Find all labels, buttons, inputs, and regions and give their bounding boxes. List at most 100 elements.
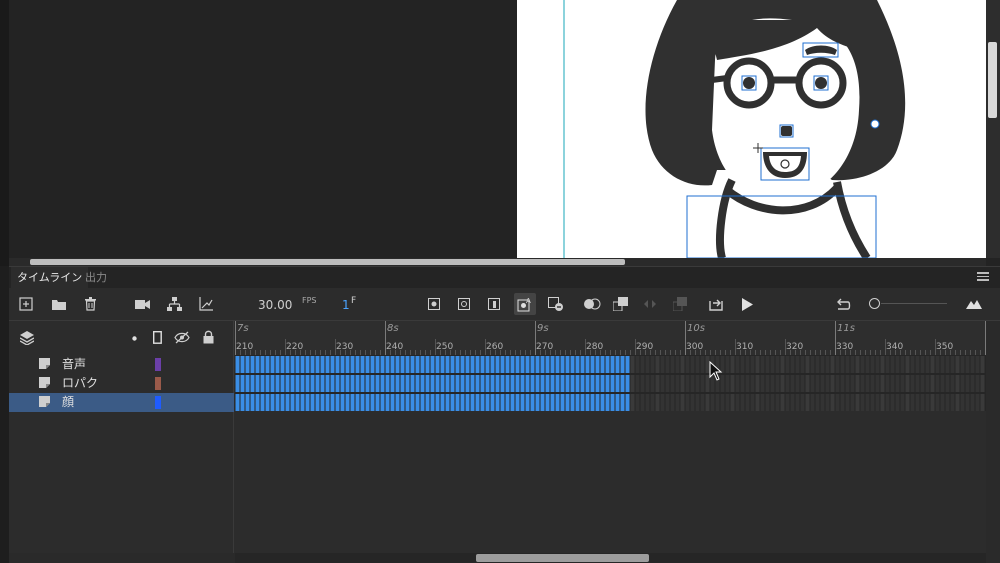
frame-cell[interactable] <box>680 394 685 411</box>
frame-cell[interactable] <box>685 356 690 373</box>
frame-cell[interactable] <box>250 375 255 392</box>
frame-cell[interactable] <box>845 394 850 411</box>
frame-cell[interactable] <box>505 356 510 373</box>
frame-cell[interactable] <box>930 356 935 373</box>
frame-cell[interactable] <box>555 375 560 392</box>
frame-cell[interactable] <box>945 394 950 411</box>
frame-cell[interactable] <box>565 356 570 373</box>
frame-cell[interactable] <box>890 375 895 392</box>
frame-cell[interactable] <box>725 356 730 373</box>
frame-cell[interactable] <box>260 394 265 411</box>
frame-cell[interactable] <box>695 356 700 373</box>
frame-cell[interactable] <box>920 356 925 373</box>
frame-cell[interactable] <box>630 356 635 373</box>
frame-cell[interactable] <box>660 394 665 411</box>
frame-cell[interactable] <box>330 356 335 373</box>
frame-cell[interactable] <box>565 394 570 411</box>
frame-cell[interactable] <box>265 375 270 392</box>
frame-cell[interactable] <box>390 394 395 411</box>
outline-icon[interactable] <box>153 331 162 344</box>
frame-cell[interactable] <box>630 375 635 392</box>
frame-cell[interactable] <box>890 356 895 373</box>
frame-cell[interactable] <box>615 394 620 411</box>
frame-cell[interactable] <box>925 394 930 411</box>
frame-cell[interactable] <box>615 356 620 373</box>
frame-cell[interactable] <box>935 375 940 392</box>
frame-cell[interactable] <box>480 356 485 373</box>
frame-cell[interactable] <box>545 375 550 392</box>
frame-cell[interactable] <box>330 375 335 392</box>
graph-button[interactable] <box>195 293 217 315</box>
frame-cell[interactable] <box>300 375 305 392</box>
frame-cell[interactable] <box>865 375 870 392</box>
eye-right[interactable] <box>815 77 827 89</box>
frame-cell[interactable] <box>775 394 780 411</box>
layer-color-swatch[interactable] <box>155 377 161 390</box>
frame-cell[interactable] <box>840 356 845 373</box>
frame-cell[interactable] <box>375 375 380 392</box>
frame-cell[interactable] <box>525 394 530 411</box>
tab-timeline[interactable]: タイムライン <box>11 267 89 289</box>
frame-cell[interactable] <box>910 394 915 411</box>
frame-cell[interactable] <box>745 375 750 392</box>
frame-cell[interactable] <box>580 356 585 373</box>
frame-cell[interactable] <box>295 375 300 392</box>
frame-cell[interactable] <box>315 394 320 411</box>
frame-cell[interactable] <box>910 356 915 373</box>
frame-cell[interactable] <box>370 356 375 373</box>
frame-cell[interactable] <box>650 356 655 373</box>
auto-keyframe-button[interactable]: A <box>514 293 536 315</box>
frame-cell[interactable] <box>945 375 950 392</box>
frame-cell[interactable] <box>525 375 530 392</box>
frame-cell[interactable] <box>840 394 845 411</box>
frame-cell[interactable] <box>705 394 710 411</box>
frame-cell[interactable] <box>960 356 965 373</box>
frame-cell[interactable] <box>255 394 260 411</box>
blank-keyframe-button[interactable] <box>453 293 475 315</box>
frames-grid[interactable] <box>235 355 986 411</box>
frame-cell[interactable] <box>670 394 675 411</box>
frame-cell[interactable] <box>345 394 350 411</box>
frame-cell[interactable] <box>300 394 305 411</box>
frame-cell[interactable] <box>640 356 645 373</box>
frame-cell[interactable] <box>770 375 775 392</box>
frame-cell[interactable] <box>530 375 535 392</box>
frame-cell[interactable] <box>335 356 340 373</box>
frame-cell[interactable] <box>305 375 310 392</box>
frame-cell[interactable] <box>600 394 605 411</box>
frame-cell[interactable] <box>735 394 740 411</box>
frame-cell[interactable] <box>825 375 830 392</box>
frame-cell[interactable] <box>905 394 910 411</box>
frame-cell[interactable] <box>615 375 620 392</box>
frame-cell[interactable] <box>395 356 400 373</box>
frame-cell[interactable] <box>785 394 790 411</box>
frame-cell[interactable] <box>695 375 700 392</box>
frame-cell[interactable] <box>795 394 800 411</box>
frame-cell[interactable] <box>425 394 430 411</box>
frame-cell[interactable] <box>335 394 340 411</box>
frame-cell[interactable] <box>865 356 870 373</box>
frame-cell[interactable] <box>530 356 535 373</box>
frame-cell[interactable] <box>745 356 750 373</box>
frame-cell[interactable] <box>840 375 845 392</box>
frame-cell[interactable] <box>730 394 735 411</box>
frame-cell[interactable] <box>955 375 960 392</box>
frame-cell[interactable] <box>890 394 895 411</box>
frame-cell[interactable] <box>320 375 325 392</box>
frame-cell[interactable] <box>640 375 645 392</box>
frame-cell[interactable] <box>585 394 590 411</box>
frame-cell[interactable] <box>570 356 575 373</box>
frame-cell[interactable] <box>795 356 800 373</box>
frame-cell[interactable] <box>750 375 755 392</box>
frame-cell[interactable] <box>385 394 390 411</box>
frame-cell[interactable] <box>655 356 660 373</box>
frame-cell[interactable] <box>255 375 260 392</box>
frame-cell[interactable] <box>500 375 505 392</box>
frame-cell[interactable] <box>790 375 795 392</box>
frame-cell[interactable] <box>410 375 415 392</box>
frame-cell[interactable] <box>770 394 775 411</box>
frame-cell[interactable] <box>960 375 965 392</box>
frame-cell[interactable] <box>295 394 300 411</box>
frame-cell[interactable] <box>575 356 580 373</box>
frame-cell[interactable] <box>540 394 545 411</box>
